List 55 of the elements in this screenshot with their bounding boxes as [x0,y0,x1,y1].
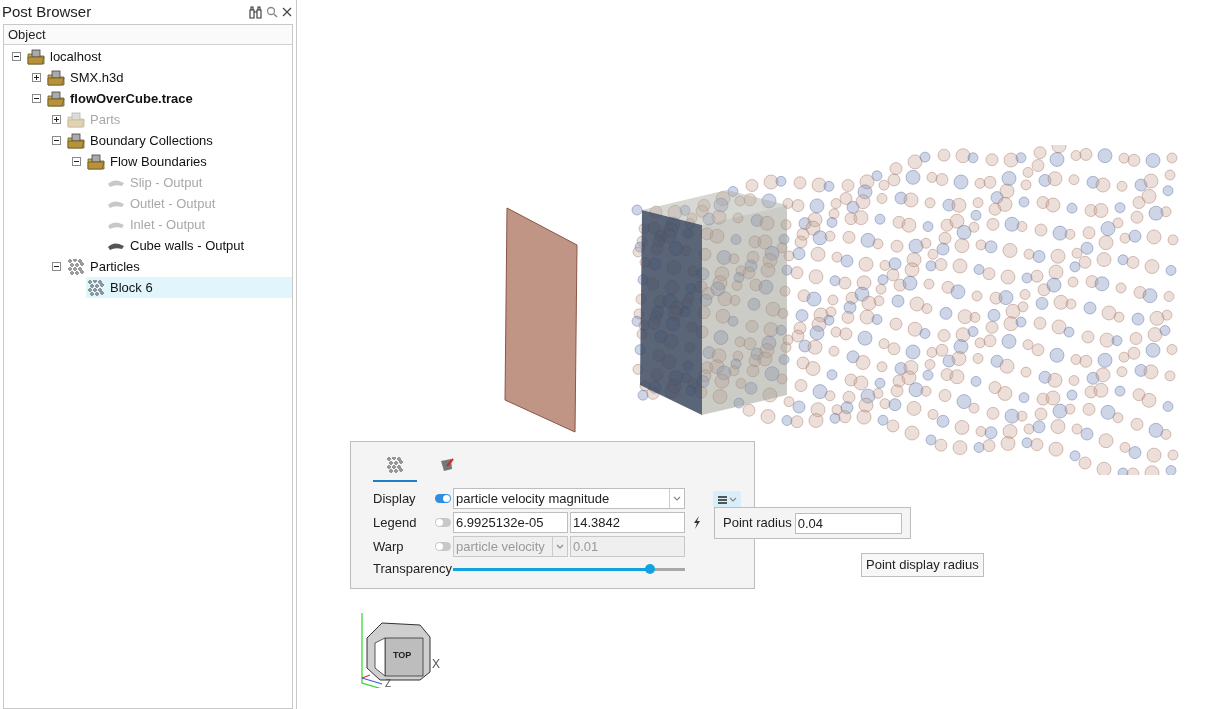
field-label: Point radius [723,514,792,533]
particles-icon [387,457,403,473]
menu-icon [717,495,727,504]
field-label: Legend [373,513,418,532]
caret-icon [728,497,737,502]
transparency-slider[interactable] [453,564,685,574]
folder-icon [87,153,105,170]
surface-icon [107,198,125,209]
tree-item[interactable]: localhost [26,46,110,67]
collapse-toggle[interactable] [71,157,81,166]
tree-item[interactable]: Boundary Collections [66,130,221,151]
tree-item[interactable]: Cube walls - Output [106,235,253,256]
particles-icon [88,279,104,296]
surface-icon [107,177,125,188]
tree-item[interactable]: Block 6 [86,277,292,298]
panel-title: Post Browser [2,1,92,22]
display-dropdown[interactable]: particle velocity magnitude [453,488,685,509]
legend-min-field[interactable]: 6.9925132e-05 [453,512,568,533]
search-icon[interactable] [266,6,278,18]
column-header[interactable]: Object [4,25,292,45]
axis-label: X [432,656,440,673]
lightning-icon[interactable] [693,516,701,529]
collapse-toggle[interactable] [31,94,41,103]
expand-toggle[interactable] [31,73,41,82]
folder-icon [27,48,45,65]
particles-icon [68,258,84,275]
close-icon[interactable] [282,7,292,17]
slider-thumb[interactable] [645,564,656,574]
collapse-toggle[interactable] [51,136,61,145]
binoculars-icon[interactable] [249,5,262,19]
tree-item[interactable]: flowOverCube.trace [46,88,201,109]
field-label: Transparency [373,560,453,579]
collapse-toggle[interactable] [11,52,21,61]
tree-item[interactable]: Flow Boundaries [86,151,215,172]
surface-icon [107,240,125,251]
point-radius-field[interactable]: 0.04 [794,512,902,534]
axis-label: Z [385,677,392,691]
tree-item[interactable]: SMX.h3d [46,67,132,88]
folder-icon [47,90,65,107]
folder-icon [47,69,65,86]
toggle-switch[interactable] [435,494,451,503]
paint-bucket-icon [439,457,455,473]
tooltip: Point display radius [861,553,984,577]
tree-item[interactable]: Particles [66,256,148,277]
field-label: Warp [373,537,405,556]
caret-icon [673,496,681,501]
folder-icon [67,111,85,128]
cube-face-label: TOP [393,649,412,662]
caret-icon [556,544,564,549]
collapse-toggle[interactable] [51,262,61,271]
legend-max-field[interactable]: 14.3842 [570,512,685,533]
field-label: Display [373,489,417,508]
folder-icon [67,132,85,149]
toggle-switch[interactable] [435,518,451,527]
surface-icon [107,219,125,230]
